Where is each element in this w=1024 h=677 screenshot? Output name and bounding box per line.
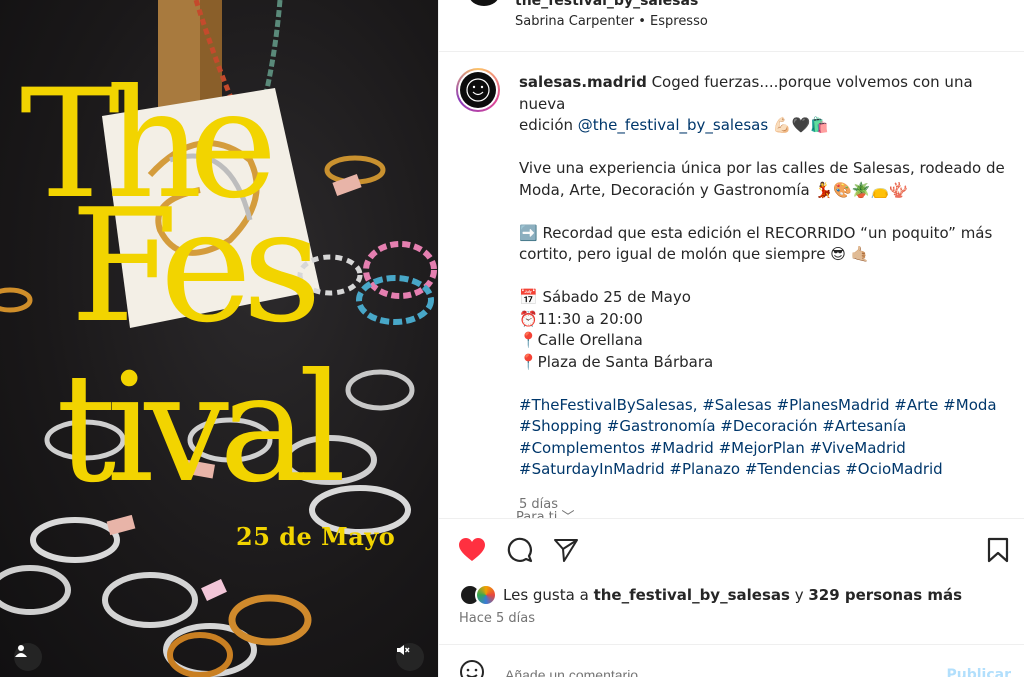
comment-icon — [507, 537, 533, 563]
header-username[interactable]: the_festival_by_salesas — [515, 0, 698, 9]
caption-emoji: 💪🏻🖤🛍️ — [768, 116, 829, 134]
paper-plane-icon — [554, 539, 578, 562]
user-tag-icon — [15, 645, 27, 657]
post-timestamp: Hace 5 días — [459, 611, 536, 626]
hashtags-line[interactable]: #TheFestivalBySalesas, #Salesas #PlanesM… — [519, 395, 1009, 417]
mute-button[interactable] — [396, 643, 424, 671]
publish-button[interactable]: Publicar — [947, 667, 1012, 677]
speaker-muted-icon — [397, 645, 410, 655]
save-button[interactable] — [983, 535, 1013, 565]
caption-line: edición — [519, 116, 578, 134]
poster-date: 25 de Mayo — [236, 522, 396, 551]
author-avatar[interactable] — [456, 68, 500, 112]
author-username[interactable]: salesas.madrid — [519, 73, 647, 91]
likes-count-link[interactable]: 329 personas más — [808, 586, 962, 604]
poster-title-fes: Fes — [70, 175, 322, 357]
caption-line: cortito, pero igual de molón que siempre… — [519, 245, 870, 263]
event-location-1: 📍Calle Orellana — [519, 331, 643, 349]
header-audio[interactable]: Sabrina Carpenter • Espresso — [515, 14, 708, 29]
hashtags-line[interactable]: #Shopping #Gastronomía #Decoración #Arte… — [519, 416, 1009, 438]
likes-text: Les gusta a the_festival_by_salesas y 32… — [503, 586, 963, 604]
comment-button[interactable] — [505, 535, 535, 565]
event-location-2: 📍Plaza de Santa Bárbara — [519, 352, 714, 371]
post-header: the_festival_by_salesas Sabrina Carpente… — [439, 0, 1024, 52]
like-button[interactable] — [457, 535, 487, 565]
event-date: 📅 Sábado 25 de Mayo — [519, 288, 691, 306]
liker-avatar[interactable] — [475, 584, 497, 606]
action-bar — [439, 518, 1024, 578]
hashtags-line[interactable]: #SaturdayInMadrid #Planazo #Tendencias #… — [519, 459, 1009, 481]
bookmark-icon — [987, 537, 1009, 563]
emoji-button[interactable] — [459, 659, 485, 677]
caption-section: salesas.madrid Coged fuerzas....porque v… — [439, 52, 1024, 518]
header-avatar[interactable] — [469, 0, 499, 6]
post-details-panel: the_festival_by_salesas Sabrina Carpente… — [438, 0, 1024, 677]
caption-text: salesas.madrid Coged fuerzas....porque v… — [519, 72, 1009, 516]
caption-timestamp: 5 días — [519, 497, 559, 512]
mention-link[interactable]: @the_festival_by_salesas — [578, 116, 768, 134]
event-time: ⏰11:30 a 20:00 — [519, 309, 643, 328]
likes-summary: Les gusta a the_festival_by_salesas y 32… — [459, 582, 962, 608]
translation-toggle[interactable]: Para ti ﹀ — [516, 506, 575, 518]
likes-user-link[interactable]: the_festival_by_salesas — [594, 586, 790, 604]
user-tag-button[interactable] — [14, 643, 42, 671]
comment-input[interactable] — [505, 667, 905, 677]
poster-title-tival: tival — [56, 342, 346, 516]
heart-icon — [459, 538, 485, 561]
share-button[interactable] — [551, 535, 581, 565]
comment-bar: Publicar — [439, 644, 1024, 677]
caption-line: ➡️ Recordad que esta edición el RECORRID… — [519, 223, 993, 242]
caption-line: Vive una experiencia única por las calle… — [519, 159, 1005, 177]
smiley-logo-icon — [466, 78, 490, 102]
caption-line: Moda, Arte, Decoración y Gastronomía 💃🎨🪴… — [519, 180, 908, 199]
hashtags-line[interactable]: #Complementos #Madrid #MejorPlan #ViveMa… — [519, 438, 1009, 460]
smiley-icon — [460, 660, 484, 677]
post-media[interactable]: The Fes tival 25 de Mayo — [0, 0, 438, 677]
